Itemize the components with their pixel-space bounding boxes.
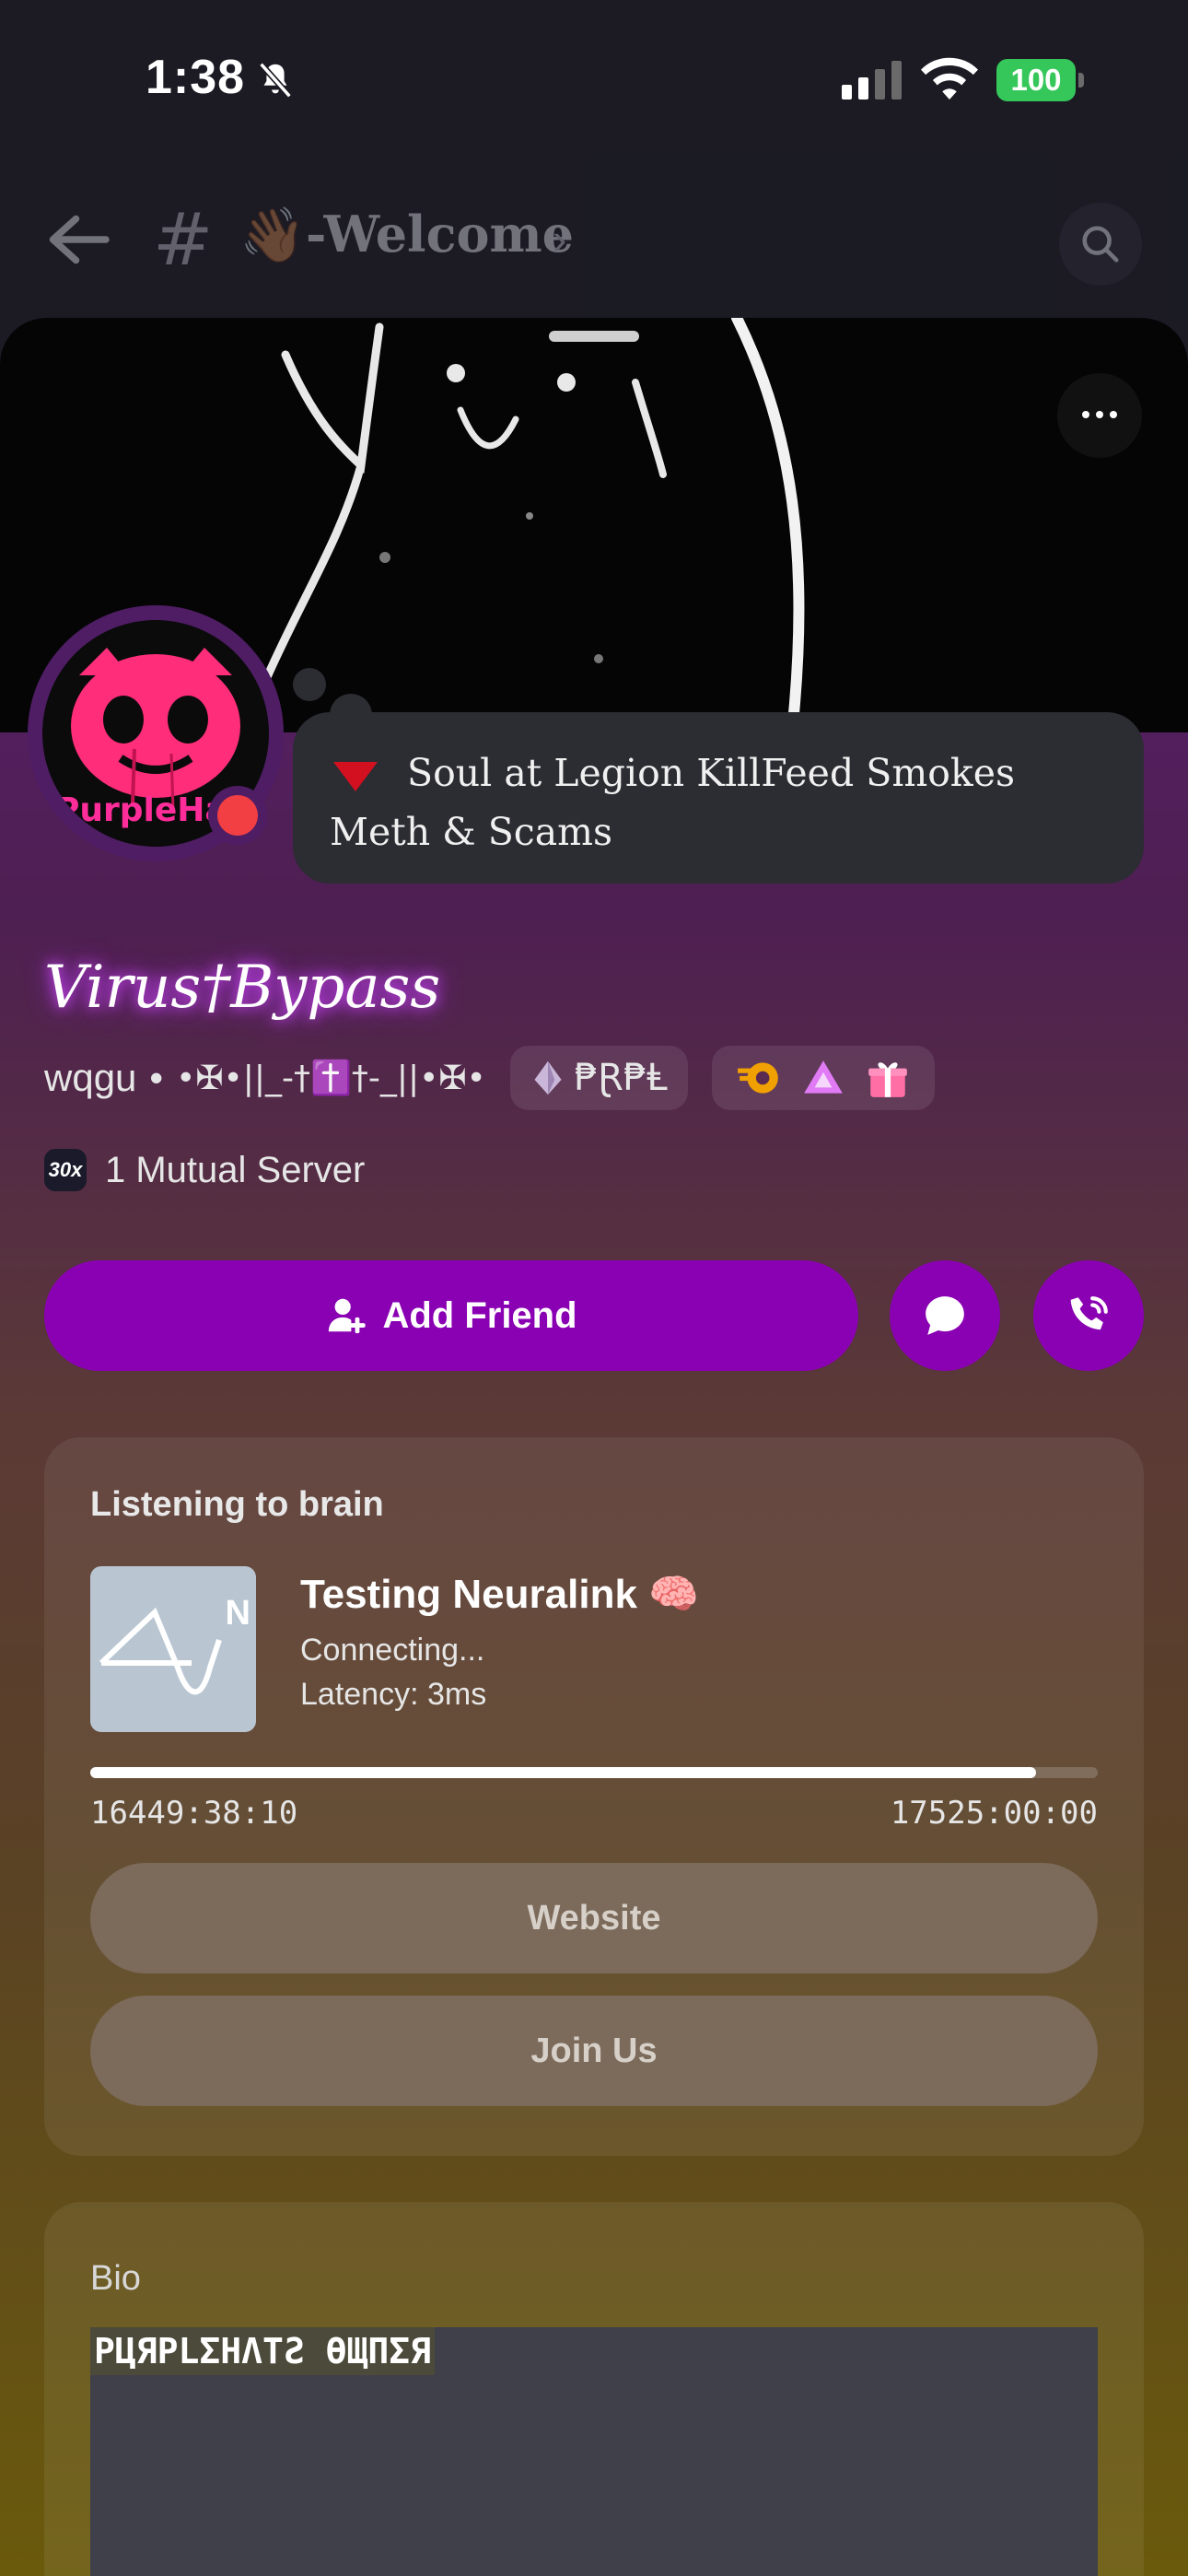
neuralink-logo-icon xyxy=(99,1607,222,1695)
channel-header: # 👋🏾 -Welcome › xyxy=(0,157,1188,318)
search-button[interactable] xyxy=(1059,203,1142,286)
chat-bubble-icon xyxy=(926,1296,964,1335)
username-row: wqgu • •✠•||_-†✝️†-_||•✠• ₱Ɽ₱Ⱡ xyxy=(44,1046,935,1110)
activity-progress-bar xyxy=(90,1767,1098,1778)
server-icon: 30x xyxy=(44,1149,87,1191)
status-bubble-dot xyxy=(293,668,326,701)
separator: • xyxy=(149,1056,164,1099)
activity-title: Testing Neuralink 🧠 xyxy=(300,1572,699,1617)
activity-image-letter: N xyxy=(225,1594,250,1633)
nitro-boost-badge-icon xyxy=(737,1062,778,1094)
add-friend-label: Add Friend xyxy=(382,1294,577,1336)
total-time: 17525:00:00 xyxy=(890,1795,1098,1832)
crystal-icon xyxy=(534,1060,562,1095)
custom-status-text: Soul at Legion KillFeed Smokes Meth & Sc… xyxy=(330,751,1016,854)
more-options-button[interactable] xyxy=(1057,373,1142,458)
wifi-icon xyxy=(921,57,978,100)
username[interactable]: wqgu xyxy=(44,1056,136,1100)
activity-header: Listening to brain xyxy=(90,1485,384,1524)
guild-tag-chip[interactable]: ₱Ɽ₱Ⱡ xyxy=(509,1046,688,1110)
add-friend-icon xyxy=(329,1298,367,1334)
phone-icon xyxy=(1070,1296,1108,1330)
channel-title[interactable]: -Welcome xyxy=(306,205,574,263)
activity-card: Listening to brain N Testing Neuralink 🧠… xyxy=(44,1437,1144,2156)
activity-image: N xyxy=(90,1566,256,1732)
channel-hash-icon: # xyxy=(153,199,214,282)
badges-chip[interactable] xyxy=(711,1046,935,1110)
message-button[interactable] xyxy=(890,1260,1000,1371)
dnd-status-icon xyxy=(208,786,267,845)
activity-state: Latency: 3ms xyxy=(300,1677,487,1712)
red-wifi-icon xyxy=(333,761,378,791)
bio-text: PЦЯPLΣHΛTƧ ӨЩПΣЯ xyxy=(90,2327,436,2375)
mutual-servers[interactable]: 30x 1 Mutual Server xyxy=(44,1142,365,1198)
elapsed-time: 16449:38:10 xyxy=(90,1795,298,1832)
guild-tag: ₱Ɽ₱Ⱡ xyxy=(574,1057,668,1099)
cellular-signal-icon xyxy=(842,61,902,100)
profile-sheet: PurpleHat Soul at Legion KillFeed Smokes… xyxy=(0,318,1188,2576)
activity-details: Connecting... xyxy=(300,1633,485,1668)
back-arrow-icon[interactable] xyxy=(46,212,111,267)
progress-fill xyxy=(90,1767,1037,1778)
bio-code-block: PЦЯPLΣHΛTƧ ӨЩПΣЯ xyxy=(90,2327,1098,2576)
website-button[interactable]: Website xyxy=(90,1863,1098,1973)
wave-emoji: 👋🏾 xyxy=(239,205,307,265)
join-us-button[interactable]: Join Us xyxy=(90,1996,1098,2106)
chevron-right-icon: › xyxy=(553,215,567,263)
bio-card: Bio PЦЯPLΣHΛTƧ ӨЩПΣЯ xyxy=(44,2202,1144,2576)
bell-muted-icon xyxy=(259,62,292,99)
voice-call-button[interactable] xyxy=(1033,1260,1144,1371)
bio-header: Bio xyxy=(90,2259,141,2298)
battery-level: 100 xyxy=(996,59,1076,101)
triangle-badge-icon xyxy=(803,1060,843,1094)
mutual-servers-label: 1 Mutual Server xyxy=(105,1149,366,1190)
gift-badge-icon xyxy=(868,1062,907,1097)
ellipsis-icon xyxy=(1082,411,1117,418)
status-bar: 1:38 100 xyxy=(0,0,1188,157)
add-friend-button[interactable]: Add Friend xyxy=(44,1260,858,1371)
avatar[interactable]: PurpleHat xyxy=(28,605,284,861)
pronouns: •✠•||_-†✝️†-_||•✠• xyxy=(176,1060,486,1097)
custom-status-bubble[interactable]: Soul at Legion KillFeed Smokes Meth & Sc… xyxy=(293,712,1144,884)
status-time: 1:38 xyxy=(146,51,246,104)
sheet-drag-handle[interactable] xyxy=(549,331,639,342)
battery-icon: 100 xyxy=(996,59,1085,101)
display-name: Virus†Bypass xyxy=(44,954,441,1022)
search-icon xyxy=(1082,226,1119,263)
